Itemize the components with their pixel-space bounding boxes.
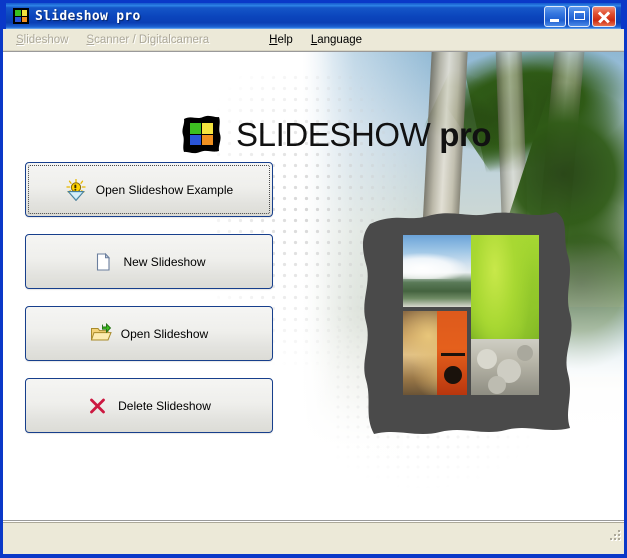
button-label: New Slideshow [123,254,206,269]
main-content-area: SLIDESHOW pro Open Slideshow Example New… [3,51,624,521]
maximize-button[interactable] [568,5,590,27]
open-slideshow-example-button[interactable]: Open Slideshow Example [25,162,273,217]
brand-name-main: SLIDESHOW [236,115,431,153]
minimize-button[interactable] [544,5,566,27]
menu-label-slideshow: lideshow [23,33,69,46]
window-controls [544,5,619,27]
stone [517,345,533,361]
brand-wordmark: SLIDESHOW pro [236,115,492,153]
menu-label-language: anguage [317,33,363,46]
menu-label-scanner: canner / Digitalcamera [94,33,210,46]
window-title: Slideshow pro [35,8,141,24]
photo-collage-overlay [437,311,539,395]
new-slideshow-button[interactable]: New Slideshow [25,234,273,289]
action-button-stack: Open Slideshow Example New Slideshow Ope… [25,162,273,450]
app-logo-icon [13,8,29,24]
menu-item-slideshow[interactable]: Slideshow [7,32,77,48]
button-label: Open Slideshow Example [95,182,234,197]
brand-name-pro: pro [430,115,492,153]
logo-svg [182,115,221,154]
brand-header: SLIDESHOW pro [181,114,492,154]
picture-frame-artwork [356,202,586,437]
menu-bar: Slideshow Scanner / Digitalcamera Help L… [3,29,624,51]
red-x-icon [87,395,109,417]
four-color-frame-logo [181,114,222,154]
application-window: Slideshow pro Slideshow Scanner / Digita… [0,0,627,558]
menu-mnemonic-scanner: S [86,33,95,46]
resize-grip-icon[interactable] [608,528,622,542]
title-bar[interactable]: Slideshow pro [3,0,624,29]
menu-item-help[interactable]: Help [260,32,302,48]
photo-orange-detail [441,353,465,356]
menu-item-language[interactable]: Language [302,32,371,48]
menu-item-scanner-digitalcamera[interactable]: Scanner / Digitalcamera [77,32,218,48]
open-folder-icon [90,322,112,345]
photo-orange-detail [444,366,462,384]
button-label: Delete Slideshow [118,398,211,413]
stone [488,376,506,394]
menu-label-help: elp [277,33,293,46]
new-document-icon [92,251,114,273]
open-slideshow-button[interactable]: Open Slideshow [25,306,273,361]
status-bar [3,521,624,543]
close-button[interactable] [592,5,616,27]
lightbulb-icon [65,178,87,201]
button-label: Open Slideshow [120,326,209,341]
delete-slideshow-button[interactable]: Delete Slideshow [25,378,273,433]
stone [477,349,497,369]
menu-mnemonic-slideshow: S [16,33,24,46]
